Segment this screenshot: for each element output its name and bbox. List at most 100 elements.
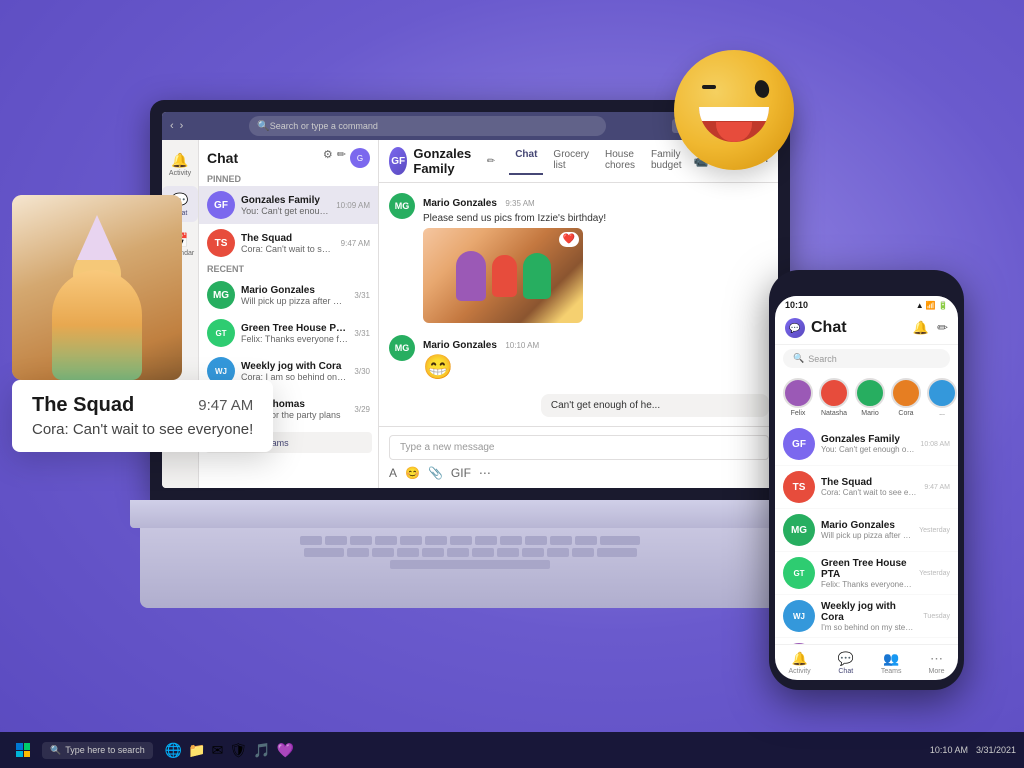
key [575, 536, 597, 545]
user-avatar-small[interactable]: G [350, 148, 370, 168]
key [550, 536, 572, 545]
gif-icon[interactable]: GIF [451, 466, 471, 480]
taskbar-search[interactable]: 🔍 Type here to search [42, 742, 153, 759]
phone-notification-icon[interactable]: 🔔 [913, 320, 929, 336]
phone-avatar-natasha[interactable]: Natasha [819, 378, 849, 417]
phone-avatar-circle-felix [783, 378, 813, 408]
phone-nav-teams-icon: 👥 [883, 651, 899, 667]
phone-avatar-circle-cora [891, 378, 921, 408]
edit-group-icon[interactable]: ✏ [487, 156, 495, 167]
phone-chat-list: GF Gonzales Family You: Can't get enough… [775, 423, 958, 644]
phone-avatar-mario[interactable]: Mario [855, 378, 885, 417]
tab-chat[interactable]: Chat [509, 147, 543, 175]
key [400, 536, 422, 545]
phone-chat-avatar-wj: WJ [783, 600, 815, 632]
search-placeholder: Search or type a command [270, 121, 378, 131]
key-enter [597, 548, 637, 557]
taskbar-teams-icon[interactable]: 💜 [277, 742, 294, 759]
phone-chat-item-4[interactable]: WJ Weekly jog with Cora I'm so behind on… [775, 595, 958, 638]
filter-icon[interactable]: ⚙ [323, 148, 333, 168]
pinned-label: Pinned [199, 172, 378, 186]
edit-icon[interactable]: ✏ [337, 148, 346, 168]
chat-item-mario[interactable]: MG Mario Gonzales Will pick up pizza aft… [199, 276, 378, 314]
msg-avatar-mario: MG [389, 193, 415, 219]
chat-image: ❤️ [423, 228, 583, 323]
key [522, 548, 544, 557]
format-icon[interactable]: A [389, 466, 397, 480]
chat-avatar-ts: TS [207, 229, 235, 257]
win-tile-1 [16, 743, 23, 750]
chat-main-avatar: GF [389, 147, 407, 175]
key [375, 536, 397, 545]
key [475, 536, 497, 545]
phone-header-actions: 🔔 ✏ [913, 320, 948, 336]
phone-bezel: 10:10 ▲ 📶 🔋 💬 Chat 🔔 ✏ 🔍 Search [769, 270, 964, 690]
phone-chat-item-3[interactable]: GT Green Tree House PTA Felix: Thanks ev… [775, 552, 958, 595]
emoji-left-eye [702, 85, 716, 89]
sidebar-item-activity[interactable]: 🔔 Activity [162, 146, 198, 182]
start-button[interactable] [8, 740, 38, 760]
phone-nav-more-icon: ⋯ [930, 651, 943, 667]
phone-nav-chat[interactable]: 💬 Chat [838, 651, 854, 675]
phone-avatar-circle-extra [927, 378, 957, 408]
taskbar-folder-icon[interactable]: 📁 [188, 742, 205, 759]
phone-chat-avatar-mg: MG [783, 514, 815, 546]
taskbar-time: 10:10 AM [930, 745, 968, 755]
taskbar-mail-icon[interactable]: ✉ [212, 742, 224, 759]
nav-forward-btn[interactable]: › [180, 120, 184, 132]
chat-item-the-squad[interactable]: TS The Squad Cora: Can't wait to see eve… [199, 224, 378, 262]
phone-chat-info-gt: Green Tree House PTA Felix: Thanks every… [821, 558, 913, 589]
notification-title: The Squad [32, 394, 134, 417]
phone-chat-avatar-gt: GT [783, 557, 815, 589]
phone-avatar-felix[interactable]: Felix [783, 378, 813, 417]
phone-chat-avatar-gf: GF [783, 428, 815, 460]
taskbar: 🔍 Type here to search 🌐 📁 ✉ 🛡 🎵 💜 10:10 … [0, 732, 1024, 768]
phone-avatar-cora[interactable]: Cora [891, 378, 921, 417]
chat-input-toolbar: A 😊 📎 GIF ⋯ [389, 466, 769, 480]
phone-compose-icon[interactable]: ✏ [937, 320, 948, 336]
taskbar-search-text: Type here to search [65, 745, 145, 755]
taskbar-music-icon[interactable]: 🎵 [253, 742, 270, 759]
key [425, 536, 447, 545]
taskbar-date: 3/31/2021 [976, 745, 1016, 755]
phone-nav-activity[interactable]: 🔔 Activity [789, 651, 811, 675]
more-toolbar-icon[interactable]: ⋯ [479, 466, 491, 480]
windows-logo [16, 743, 30, 757]
key-space [390, 560, 550, 569]
tab-grocery[interactable]: Grocery list [547, 147, 595, 175]
key [397, 548, 419, 557]
key [300, 536, 322, 545]
chat-item-green-tree[interactable]: GT Green Tree House PTA Felix: Thanks ev… [199, 314, 378, 352]
taskbar-app-icons: 🌐 📁 ✉ 🛡 🎵 💜 [165, 742, 294, 759]
phone-nav-more[interactable]: ⋯ More [929, 651, 945, 675]
phone-search-placeholder: Search [808, 354, 837, 364]
taskbar-system-tray: 10:10 AM 3/31/2021 [930, 745, 1016, 755]
chat-list-header: Chat ⚙ ✏ G [199, 140, 378, 172]
phone-chat-item-0[interactable]: GF Gonzales Family You: Can't get enough… [775, 423, 958, 466]
msg-content-2: Mario Gonzales 10:10 AM 😁 [423, 335, 539, 382]
taskbar-edge-icon[interactable]: 🌐 [165, 742, 182, 759]
emoji-picker-icon[interactable]: 😊 [405, 466, 420, 480]
chat-input-box[interactable]: Type a new message [389, 435, 769, 460]
teams-search-bar[interactable]: 🔍 Search or type a command [249, 116, 606, 136]
phone-avatar-extra[interactable]: ... [927, 378, 957, 417]
attach-icon[interactable]: 📎 [428, 466, 443, 480]
chat-item-info-2: The Squad Cora: Can't wait to see everyo… [241, 233, 335, 254]
key [422, 548, 444, 557]
phone-chat-item-1[interactable]: TS The Squad Cora: Can't wait to see eve… [775, 466, 958, 509]
phone-nav-chat-icon: 💬 [838, 651, 854, 667]
phone-nav-activity-icon: 🔔 [791, 651, 807, 667]
phone-time: 10:10 [785, 300, 808, 310]
taskbar-search-icon: 🔍 [50, 745, 61, 756]
tab-house[interactable]: House chores [599, 147, 641, 175]
taskbar-shield-icon[interactable]: 🛡 [229, 742, 247, 759]
chat-item-gonzales-family[interactable]: GF Gonzales Family You: Can't get enough… [199, 186, 378, 224]
chat-response-bubble: Can't get enough of he... [541, 394, 769, 417]
phone-chat-title: 💬 Chat [785, 318, 847, 338]
phone-chat-item-2[interactable]: MG Mario Gonzales Will pick up pizza aft… [775, 509, 958, 552]
nav-back-btn[interactable]: ‹ [170, 120, 174, 132]
key [500, 536, 522, 545]
phone-nav-teams[interactable]: 👥 Teams [881, 651, 902, 675]
phone-avatar-circle-natasha [819, 378, 849, 408]
phone-search-bar[interactable]: 🔍 Search [783, 349, 950, 368]
